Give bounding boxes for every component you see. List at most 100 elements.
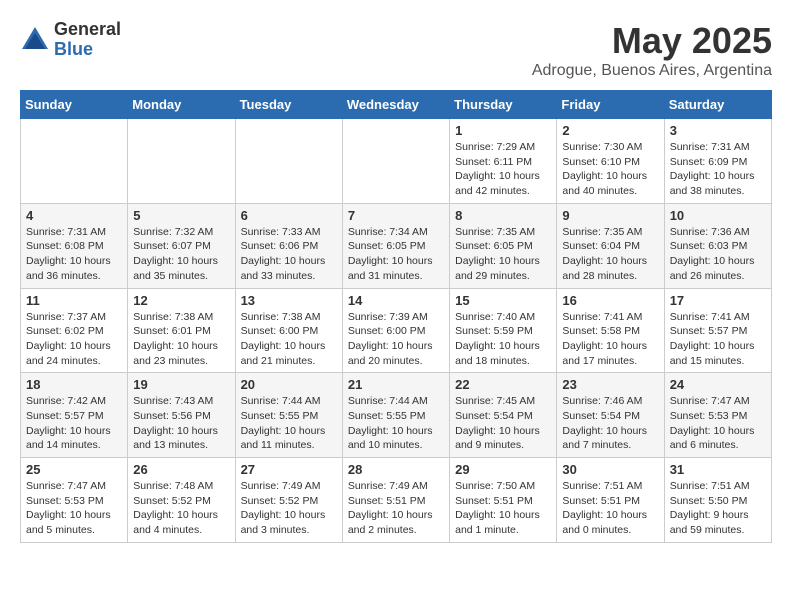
calendar-cell: 21Sunrise: 7:44 AM Sunset: 5:55 PM Dayli… <box>342 373 449 458</box>
calendar-cell: 28 Sunrise: 7:49 AM Sunset: 5:51 PM Dayli… <box>342 458 449 543</box>
day-number: 13 <box>241 293 337 308</box>
day-number: 23 <box>562 377 658 392</box>
logo-text: General Blue <box>54 20 121 60</box>
calendar-table: SundayMondayTuesdayWednesdayThursdayFrid… <box>20 90 772 543</box>
weekday-friday: Friday <box>557 91 664 119</box>
day-content: Sunrise: 7:34 AM Sunset: 6:05 PM Dayligh… <box>348 225 444 284</box>
day-number: 11 <box>26 293 122 308</box>
week-row-2: 11 Sunrise: 7:37 AM Sunset: 6:02 PM Dayli… <box>21 288 772 373</box>
calendar-cell: 20Sunrise: 7:44 AM Sunset: 5:55 PM Dayli… <box>235 373 342 458</box>
day-content: Sunrise: 7:29 AM Sunset: 6:11 PM Dayligh… <box>455 140 551 199</box>
calendar-cell: 13 Sunrise: 7:38 AM Sunset: 6:00 PM Dayli… <box>235 288 342 373</box>
weekday-tuesday: Tuesday <box>235 91 342 119</box>
day-content: Sunrise: 7:51 AM Sunset: 5:50 PM Dayligh… <box>670 479 766 538</box>
calendar-cell <box>21 119 128 204</box>
day-content: Sunrise: 7:49 AM Sunset: 5:51 PM Dayligh… <box>348 479 444 538</box>
calendar-cell: 16Sunrise: 7:41 AM Sunset: 5:58 PM Dayli… <box>557 288 664 373</box>
day-content: Sunrise: 7:48 AM Sunset: 5:52 PM Dayligh… <box>133 479 229 538</box>
calendar-cell: 30 Sunrise: 7:51 AM Sunset: 5:51 PM Dayli… <box>557 458 664 543</box>
calendar-cell: 27 Sunrise: 7:49 AM Sunset: 5:52 PM Dayli… <box>235 458 342 543</box>
calendar-cell: 25 Sunrise: 7:47 AM Sunset: 5:53 PM Dayli… <box>21 458 128 543</box>
day-number: 28 <box>348 462 444 477</box>
calendar-cell: 4 Sunrise: 7:31 AM Sunset: 6:08 PM Daylig… <box>21 203 128 288</box>
day-content: Sunrise: 7:41 AM Sunset: 5:57 PM Dayligh… <box>670 310 766 369</box>
day-content: Sunrise: 7:35 AM Sunset: 6:05 PM Dayligh… <box>455 225 551 284</box>
calendar-cell: 22 Sunrise: 7:45 AM Sunset: 5:54 PM Dayli… <box>450 373 557 458</box>
day-content: Sunrise: 7:51 AM Sunset: 5:51 PM Dayligh… <box>562 479 658 538</box>
day-number: 27 <box>241 462 337 477</box>
day-number: 15 <box>455 293 551 308</box>
day-number: 2 <box>562 123 658 138</box>
day-number: 3 <box>670 123 766 138</box>
calendar-cell: 9Sunrise: 7:35 AM Sunset: 6:04 PM Daylig… <box>557 203 664 288</box>
day-content: Sunrise: 7:45 AM Sunset: 5:54 PM Dayligh… <box>455 394 551 453</box>
calendar-cell: 31 Sunrise: 7:51 AM Sunset: 5:50 PM Dayli… <box>664 458 771 543</box>
day-number: 20 <box>241 377 337 392</box>
week-row-1: 4 Sunrise: 7:31 AM Sunset: 6:08 PM Daylig… <box>21 203 772 288</box>
calendar-cell: 24Sunrise: 7:47 AM Sunset: 5:53 PM Dayli… <box>664 373 771 458</box>
day-content: Sunrise: 7:37 AM Sunset: 6:02 PM Dayligh… <box>26 310 122 369</box>
day-content: Sunrise: 7:38 AM Sunset: 6:00 PM Dayligh… <box>241 310 337 369</box>
calendar-cell: 19Sunrise: 7:43 AM Sunset: 5:56 PM Dayli… <box>128 373 235 458</box>
day-number: 26 <box>133 462 229 477</box>
day-number: 18 <box>26 377 122 392</box>
calendar-cell: 12Sunrise: 7:38 AM Sunset: 6:01 PM Dayli… <box>128 288 235 373</box>
day-number: 1 <box>455 123 551 138</box>
day-content: Sunrise: 7:46 AM Sunset: 5:54 PM Dayligh… <box>562 394 658 453</box>
calendar-cell: 6Sunrise: 7:33 AM Sunset: 6:06 PM Daylig… <box>235 203 342 288</box>
day-content: Sunrise: 7:50 AM Sunset: 5:51 PM Dayligh… <box>455 479 551 538</box>
day-number: 25 <box>26 462 122 477</box>
day-number: 10 <box>670 208 766 223</box>
logo-general: General <box>54 20 121 40</box>
calendar-cell: 10 Sunrise: 7:36 AM Sunset: 6:03 PM Dayli… <box>664 203 771 288</box>
day-content: Sunrise: 7:32 AM Sunset: 6:07 PM Dayligh… <box>133 225 229 284</box>
day-number: 22 <box>455 377 551 392</box>
logo-icon <box>20 25 50 55</box>
calendar-cell: 15 Sunrise: 7:40 AM Sunset: 5:59 PM Dayli… <box>450 288 557 373</box>
calendar-cell: 23 Sunrise: 7:46 AM Sunset: 5:54 PM Dayli… <box>557 373 664 458</box>
logo: General Blue <box>20 20 121 60</box>
day-number: 31 <box>670 462 766 477</box>
weekday-header-row: SundayMondayTuesdayWednesdayThursdayFrid… <box>21 91 772 119</box>
logo-blue: Blue <box>54 40 121 60</box>
calendar-cell: 7Sunrise: 7:34 AM Sunset: 6:05 PM Daylig… <box>342 203 449 288</box>
day-content: Sunrise: 7:40 AM Sunset: 5:59 PM Dayligh… <box>455 310 551 369</box>
week-row-0: 1 Sunrise: 7:29 AM Sunset: 6:11 PM Daylig… <box>21 119 772 204</box>
month-title: May 2025 <box>532 20 772 62</box>
day-number: 30 <box>562 462 658 477</box>
page-header: General Blue May 2025 Adrogue, Buenos Ai… <box>20 20 772 80</box>
day-number: 5 <box>133 208 229 223</box>
calendar-cell: 1 Sunrise: 7:29 AM Sunset: 6:11 PM Daylig… <box>450 119 557 204</box>
day-content: Sunrise: 7:30 AM Sunset: 6:10 PM Dayligh… <box>562 140 658 199</box>
day-content: Sunrise: 7:35 AM Sunset: 6:04 PM Dayligh… <box>562 225 658 284</box>
calendar-cell: 17Sunrise: 7:41 AM Sunset: 5:57 PM Dayli… <box>664 288 771 373</box>
calendar-cell <box>128 119 235 204</box>
calendar-cell: 8 Sunrise: 7:35 AM Sunset: 6:05 PM Daylig… <box>450 203 557 288</box>
weekday-wednesday: Wednesday <box>342 91 449 119</box>
calendar-cell: 29Sunrise: 7:50 AM Sunset: 5:51 PM Dayli… <box>450 458 557 543</box>
week-row-4: 25 Sunrise: 7:47 AM Sunset: 5:53 PM Dayli… <box>21 458 772 543</box>
day-content: Sunrise: 7:39 AM Sunset: 6:00 PM Dayligh… <box>348 310 444 369</box>
location-title: Adrogue, Buenos Aires, Argentina <box>532 62 772 80</box>
calendar-cell: 2 Sunrise: 7:30 AM Sunset: 6:10 PM Daylig… <box>557 119 664 204</box>
day-number: 8 <box>455 208 551 223</box>
day-content: Sunrise: 7:47 AM Sunset: 5:53 PM Dayligh… <box>26 479 122 538</box>
day-number: 4 <box>26 208 122 223</box>
calendar-cell: 14Sunrise: 7:39 AM Sunset: 6:00 PM Dayli… <box>342 288 449 373</box>
calendar-cell: 11 Sunrise: 7:37 AM Sunset: 6:02 PM Dayli… <box>21 288 128 373</box>
calendar-cell: 5 Sunrise: 7:32 AM Sunset: 6:07 PM Daylig… <box>128 203 235 288</box>
calendar-cell: 18 Sunrise: 7:42 AM Sunset: 5:57 PM Dayli… <box>21 373 128 458</box>
weekday-thursday: Thursday <box>450 91 557 119</box>
calendar-cell: 26 Sunrise: 7:48 AM Sunset: 5:52 PM Dayli… <box>128 458 235 543</box>
day-content: Sunrise: 7:31 AM Sunset: 6:09 PM Dayligh… <box>670 140 766 199</box>
weekday-monday: Monday <box>128 91 235 119</box>
day-content: Sunrise: 7:42 AM Sunset: 5:57 PM Dayligh… <box>26 394 122 453</box>
day-content: Sunrise: 7:31 AM Sunset: 6:08 PM Dayligh… <box>26 225 122 284</box>
day-content: Sunrise: 7:38 AM Sunset: 6:01 PM Dayligh… <box>133 310 229 369</box>
day-content: Sunrise: 7:36 AM Sunset: 6:03 PM Dayligh… <box>670 225 766 284</box>
title-section: May 2025 Adrogue, Buenos Aires, Argentin… <box>532 20 772 80</box>
day-content: Sunrise: 7:33 AM Sunset: 6:06 PM Dayligh… <box>241 225 337 284</box>
day-content: Sunrise: 7:44 AM Sunset: 5:55 PM Dayligh… <box>348 394 444 453</box>
calendar-cell <box>235 119 342 204</box>
day-content: Sunrise: 7:49 AM Sunset: 5:52 PM Dayligh… <box>241 479 337 538</box>
